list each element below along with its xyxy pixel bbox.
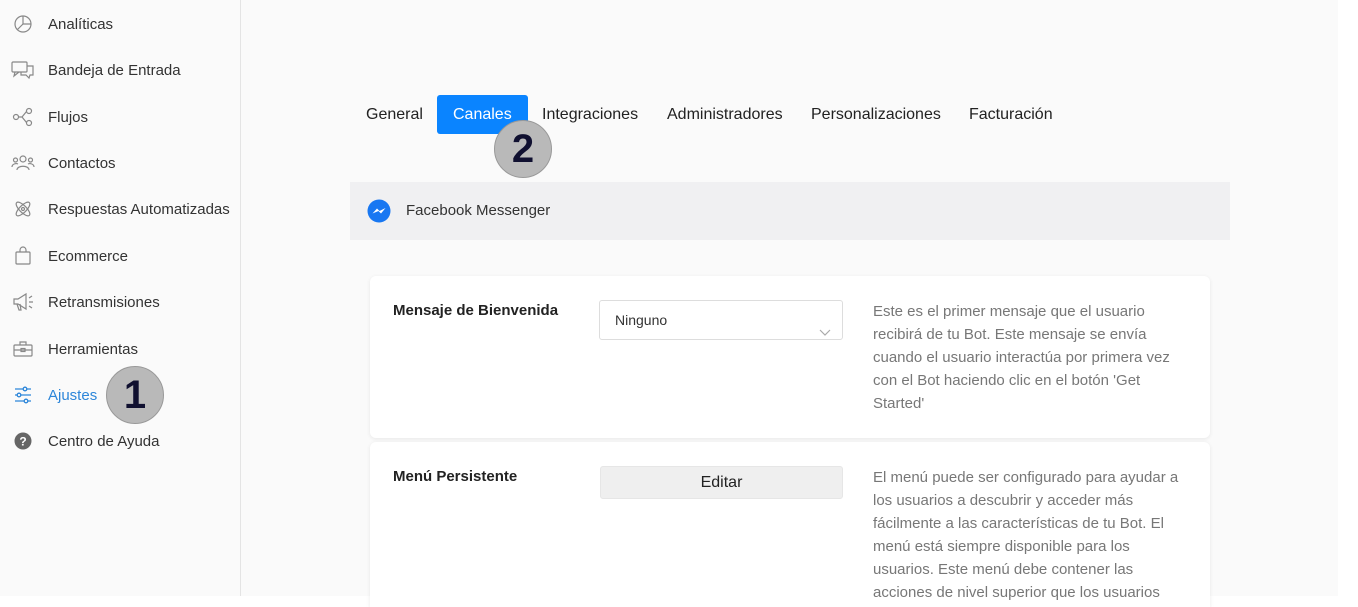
chevron-down-icon	[818, 314, 832, 336]
persistent-menu-title: Menú Persistente	[393, 468, 518, 485]
sidebar-item-retransmisiones[interactable]: Retransmisiones	[0, 282, 240, 322]
flows-icon	[11, 105, 35, 129]
sidebar-item-contactos[interactable]: Contactos	[0, 143, 240, 183]
sidebar: Analíticas Bandeja de Entrada Flujos Con…	[0, 0, 241, 596]
sidebar-item-centro-ayuda[interactable]: ? Centro de Ayuda	[0, 421, 240, 461]
sidebar-item-label: Ajustes	[48, 386, 98, 404]
tab-general[interactable]: General	[350, 95, 439, 134]
toolbox-icon	[11, 337, 35, 361]
welcome-message-select[interactable]: Ninguno	[599, 300, 843, 340]
sidebar-item-label: Bandeja de Entrada	[48, 61, 181, 79]
sidebar-item-ecommerce[interactable]: Ecommerce	[0, 236, 240, 276]
tab-facturacion[interactable]: Facturación	[953, 95, 1069, 134]
persistent-menu-card: Menú Persistente Editar El menú puede se…	[370, 442, 1210, 607]
sidebar-item-respuestas[interactable]: Respuestas Automatizadas	[0, 189, 240, 229]
tab-administradores[interactable]: Administradores	[651, 95, 799, 134]
sliders-icon	[11, 383, 35, 407]
sidebar-item-label: Herramientas	[48, 340, 139, 358]
contacts-icon	[11, 151, 35, 175]
channel-header[interactable]: Facebook Messenger	[350, 182, 1230, 240]
sidebar-item-bandeja[interactable]: Bandeja de Entrada	[0, 50, 240, 90]
sidebar-item-label: Contactos	[48, 154, 116, 172]
channel-name: Facebook Messenger	[406, 202, 551, 219]
sidebar-item-label: Centro de Ayuda	[48, 432, 160, 450]
persistent-menu-description: El menú puede ser configurado para ayuda…	[873, 469, 1179, 601]
welcome-message-card: Mensaje de Bienvenida Ninguno Este es el…	[370, 276, 1210, 438]
shopping-bag-icon	[11, 244, 35, 268]
sidebar-item-label: Flujos	[48, 108, 89, 126]
sidebar-item-label: Analíticas	[48, 15, 114, 33]
svg-text:?: ?	[19, 435, 26, 449]
tab-integraciones[interactable]: Integraciones	[526, 95, 654, 134]
sidebar-item-flujos[interactable]: Flujos	[0, 97, 240, 137]
step-annotation-1: 1	[106, 366, 164, 424]
welcome-message-title: Mensaje de Bienvenida	[393, 302, 559, 319]
select-value: Ninguno	[615, 312, 668, 328]
tab-personalizaciones[interactable]: Personalizaciones	[795, 95, 957, 134]
messenger-icon	[367, 199, 391, 223]
edit-button[interactable]: Editar	[600, 466, 843, 499]
automated-responses-icon	[11, 197, 35, 221]
welcome-message-description: Este es el primer mensaje que el usuario…	[873, 303, 1170, 412]
step-annotation-2: 2	[494, 120, 552, 178]
sidebar-item-label: Ecommerce	[48, 247, 129, 265]
sidebar-item-analiticas[interactable]: Analíticas	[0, 4, 240, 44]
sidebar-item-label: Respuestas Automatizadas	[48, 200, 230, 218]
inbox-icon	[11, 58, 35, 82]
help-icon: ?	[11, 429, 35, 453]
right-margin	[1338, 0, 1358, 607]
sidebar-item-label: Retransmisiones	[48, 293, 160, 311]
sidebar-item-herramientas[interactable]: Herramientas	[0, 329, 240, 369]
megaphone-icon	[11, 290, 35, 314]
analytics-icon	[11, 12, 35, 36]
